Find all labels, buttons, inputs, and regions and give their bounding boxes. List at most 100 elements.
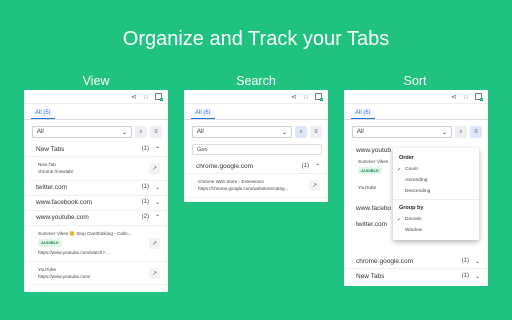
- group-twitter[interactable]: twitter.com (1) ⌄: [24, 181, 168, 196]
- external-link-icon: ↗: [311, 182, 318, 189]
- sort-button[interactable]: ≡: [150, 126, 162, 138]
- group-count: (1): [141, 199, 149, 206]
- group-count: (1): [461, 272, 469, 279]
- filter-select[interactable]: All ⌄: [192, 126, 292, 138]
- extension-icon[interactable]: [475, 93, 483, 101]
- open-tab-button[interactable]: ↗: [149, 237, 160, 249]
- group-name: chrome.google.com: [356, 257, 414, 265]
- group-by-heading: Group by: [399, 205, 424, 211]
- open-tab-button[interactable]: ↗: [149, 267, 160, 279]
- chevron-up-icon: ⌃: [154, 146, 160, 153]
- search-icon: ⌕: [139, 128, 143, 135]
- group-facebook[interactable]: www.facebook.com (1) ⌄: [24, 196, 168, 211]
- star-icon[interactable]: ☆: [143, 93, 149, 101]
- page-title: Organize and Track your Tabs: [122, 28, 390, 50]
- chevron-down-icon: ⌄: [281, 129, 287, 136]
- list-item[interactable]: YouTube https://www.youtube.com/ ↗: [24, 262, 168, 286]
- browser-toolbar: ⋖ ☆: [344, 90, 488, 104]
- sort-icon: ≡: [474, 129, 478, 135]
- share-icon[interactable]: ⋖: [131, 93, 137, 101]
- group-count: (1): [301, 162, 309, 169]
- tab-url: https://www.youtube.com/watch?...: [38, 250, 109, 256]
- list-item[interactable]: Summer Vibes 😊 Stop Overthinking - Calm.…: [24, 226, 168, 262]
- chevron-down-icon: ⌄: [474, 273, 480, 280]
- extension-icon[interactable]: [315, 93, 323, 101]
- sort-icon: ≡: [314, 129, 318, 135]
- external-link-icon: ↗: [151, 165, 158, 172]
- chevron-down-icon: ⌄: [121, 129, 127, 136]
- tab-all[interactable]: All (5): [31, 110, 55, 119]
- select-value: All: [37, 129, 44, 135]
- search-button[interactable]: ⌕: [135, 126, 147, 138]
- chevron-down-icon: ⌄: [474, 258, 480, 265]
- view-panel: ⋖ ☆ All (5) All ⌄ ⌕ ≡ New Tabs (1) ⌃ New Ta…: [24, 90, 168, 292]
- search-icon: ⌕: [299, 128, 303, 135]
- tab-url: https://www.youtube.com/: [38, 274, 91, 280]
- tab-title: Summer Vibes 😊 Stop Overthinking - Calm.…: [38, 230, 132, 236]
- group-name: www.youtube.com: [36, 214, 89, 222]
- list-item[interactable]: New Tab chrome://newtab/ ↗: [24, 157, 168, 181]
- group-chrome-google[interactable]: chrome.google.com (1) ⌃: [184, 159, 328, 174]
- audible-badge: AUDIBLE: [38, 239, 62, 248]
- chevron-down-icon: ⌄: [154, 185, 160, 192]
- group-count: (1): [461, 257, 469, 264]
- search-input[interactable]: Goo: [192, 144, 322, 155]
- group-count: (1): [141, 184, 149, 191]
- tab-title: YouTube: [38, 266, 57, 272]
- group-new-tabs[interactable]: New Tabs (1) ⌃: [24, 142, 168, 157]
- audible-badge: AUDIBLE: [358, 167, 382, 175]
- tab-title: Chrome Web Store - Extensions: [198, 179, 264, 184]
- chevron-down-icon: ⌄: [154, 200, 160, 207]
- tab-all[interactable]: All (6): [351, 110, 375, 119]
- sort-label: Sort: [403, 74, 427, 88]
- filter-select[interactable]: All ⌄: [32, 126, 132, 138]
- tab-title: New Tab: [38, 162, 56, 167]
- select-value: All: [197, 129, 204, 135]
- share-icon[interactable]: ⋖: [451, 93, 457, 101]
- search-button[interactable]: ⌕: [455, 126, 467, 138]
- group-name: New Tabs: [356, 272, 385, 280]
- browser-toolbar: ⋖ ☆: [24, 90, 168, 104]
- search-button[interactable]: ⌕: [295, 126, 307, 138]
- list-item[interactable]: Chrome Web Store - Extensions https://chr…: [184, 174, 328, 198]
- select-value: All: [357, 129, 364, 135]
- chevron-up-icon: ⌃: [154, 215, 160, 222]
- sort-icon: ≡: [154, 129, 158, 135]
- group-name: twitter.com: [36, 184, 68, 192]
- external-link-icon: ↗: [151, 270, 158, 277]
- divider: [393, 199, 479, 200]
- order-option-descending[interactable]: Descending: [393, 186, 479, 197]
- view-label: View: [82, 74, 110, 88]
- tab-all[interactable]: All (6): [191, 110, 215, 119]
- search-panel: ⋖ ☆ All (6) All ⌄ ⌕ ≡ Goo chrome.google.c…: [184, 90, 328, 202]
- chevron-up-icon: ⌃: [314, 163, 320, 170]
- filter-select[interactable]: All ⌄: [352, 126, 452, 138]
- search-label: Search: [236, 74, 276, 88]
- group-new-tabs[interactable]: New Tabs (1) ⌄: [344, 269, 488, 284]
- order-option-ascending[interactable]: Ascending: [393, 175, 479, 186]
- group-count: (1): [141, 145, 149, 152]
- extension-icon[interactable]: [155, 93, 163, 101]
- chevron-down-icon: ⌄: [441, 129, 447, 136]
- share-icon[interactable]: ⋖: [291, 93, 297, 101]
- order-option-count[interactable]: Count: [393, 164, 479, 175]
- group-chrome-google[interactable]: chrome.google.com (1) ⌄: [344, 254, 488, 269]
- open-tab-button[interactable]: ↗: [309, 179, 320, 191]
- tab-url: chrome://newtab/: [38, 169, 74, 175]
- star-icon[interactable]: ☆: [303, 93, 309, 101]
- star-icon[interactable]: ☆: [463, 93, 469, 101]
- group-name: chrome.google.com: [196, 162, 254, 170]
- open-tab-button[interactable]: ↗: [149, 162, 160, 174]
- group-count: (2): [141, 214, 149, 221]
- tab-url: https://chrome.google.com/webstore/categ…: [198, 186, 289, 192]
- group-name: New Tabs: [36, 145, 65, 153]
- group-option-domain[interactable]: Domain: [393, 214, 479, 225]
- order-heading: Order: [399, 155, 414, 161]
- sort-dropdown: Order Count Ascending Descending Group b…: [393, 148, 479, 240]
- browser-toolbar: ⋖ ☆: [184, 90, 328, 104]
- search-icon: ⌕: [459, 128, 463, 135]
- sort-button[interactable]: ≡: [310, 126, 322, 138]
- group-youtube[interactable]: www.youtube.com (2) ⌃: [24, 211, 168, 226]
- sort-button[interactable]: ≡: [470, 126, 482, 138]
- group-option-window[interactable]: Window: [393, 225, 479, 236]
